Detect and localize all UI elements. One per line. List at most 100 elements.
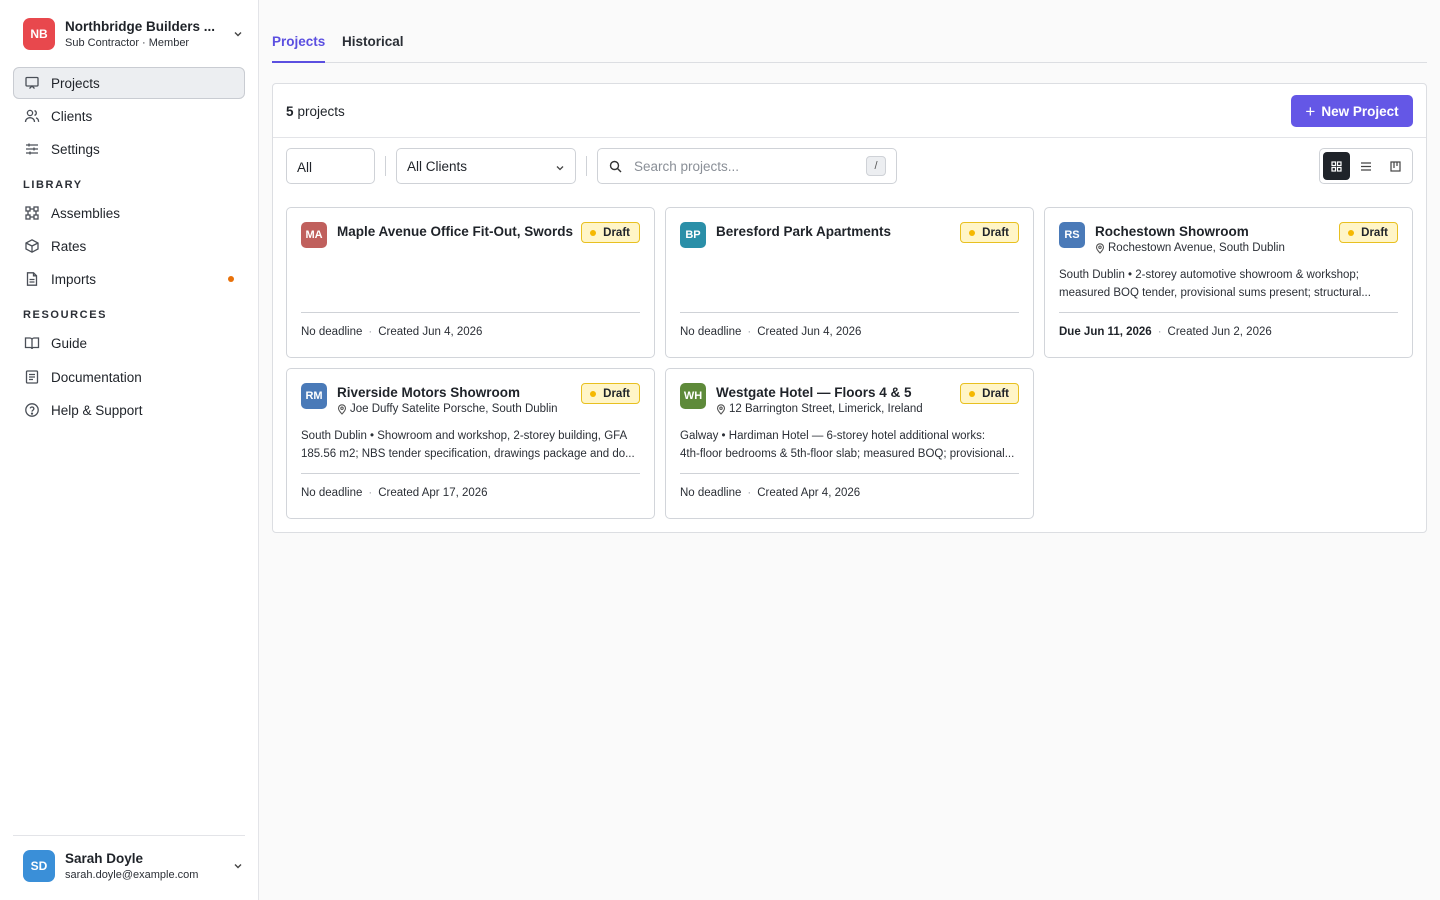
sidebar-item-label: Projects bbox=[51, 75, 100, 91]
status-label: Draft bbox=[982, 226, 1009, 239]
project-card[interactable]: MA Maple Avenue Office Fit-Out, Swords Dra… bbox=[286, 207, 655, 358]
status-filter[interactable]: All bbox=[286, 148, 375, 184]
sidebar-item-rates[interactable]: Rates bbox=[13, 230, 245, 262]
project-card[interactable]: BP Beresford Park Apartments Draft No deadl… bbox=[665, 207, 1034, 358]
project-location-text: 12 Barrington Street, Limerick, Ireland bbox=[729, 403, 923, 415]
status-badge: Draft bbox=[960, 222, 1019, 243]
sidebar-item-settings[interactable]: Settings bbox=[13, 133, 245, 165]
project-location: Rochestown Avenue, South Dublin bbox=[1095, 242, 1285, 254]
client-filter[interactable]: All Clients bbox=[396, 148, 576, 184]
resources-section-label: RESOURCES bbox=[23, 309, 108, 321]
status-dot bbox=[969, 390, 976, 397]
status-dot bbox=[590, 390, 597, 397]
divider bbox=[586, 156, 587, 176]
org-name: Northbridge Builders ... bbox=[65, 19, 216, 34]
sidebar: NB Northbridge Builders ... Sub Contract… bbox=[0, 0, 259, 900]
org-avatar: NB bbox=[23, 18, 55, 50]
user-menu[interactable]: SD Sarah Doyle sarah.doyle@example.com bbox=[13, 835, 245, 895]
project-title[interactable]: Riverside Motors Showroom bbox=[337, 385, 520, 400]
file-icon bbox=[24, 271, 40, 287]
project-deadline: No deadline bbox=[680, 487, 742, 499]
project-count-label: projects bbox=[297, 104, 345, 119]
sidebar-item-label: Assemblies bbox=[51, 205, 121, 221]
divider bbox=[385, 156, 386, 176]
sidebar-item-clients[interactable]: Clients bbox=[13, 100, 245, 132]
new-project-button[interactable]: + New Project bbox=[1291, 95, 1413, 127]
list-view-button[interactable] bbox=[1352, 152, 1379, 180]
main-content: Projects Historical 5 projects + New Proj… bbox=[259, 0, 1440, 900]
tab-projects[interactable]: Projects bbox=[272, 34, 326, 63]
search-input[interactable]: Search projects... / bbox=[597, 148, 897, 184]
chevron-down-icon[interactable] bbox=[231, 859, 245, 873]
map-pin-icon bbox=[1095, 242, 1105, 254]
project-description: South Dublin • Showroom and workshop, 2-… bbox=[301, 427, 641, 463]
status-badge: Draft bbox=[581, 383, 640, 404]
grid-view-button[interactable] bbox=[1323, 152, 1351, 180]
project-location: Joe Duffy Satelite Porsche, South Dublin bbox=[337, 403, 558, 415]
sidebar-item-label: Guide bbox=[51, 335, 88, 351]
list-icon bbox=[1360, 161, 1371, 171]
project-description: South Dublin • 2-storey automotive showr… bbox=[1059, 266, 1399, 302]
tab-historical[interactable]: Historical bbox=[342, 34, 404, 63]
project-count: 5 projects bbox=[286, 104, 345, 119]
new-project-label: New Project bbox=[1321, 103, 1399, 119]
project-meta: Due Jun 11, 2026 · Created Jun 2, 2026 bbox=[1059, 326, 1272, 338]
sidebar-item-label: Rates bbox=[51, 238, 87, 254]
project-deadline: No deadline bbox=[301, 326, 363, 338]
chevron-down-icon[interactable] bbox=[231, 27, 245, 41]
project-card[interactable]: RM Riverside Motors Showroom Draft Joe Duff… bbox=[286, 368, 655, 519]
plus-icon: + bbox=[1305, 101, 1316, 121]
sidebar-item-guide[interactable]: Guide bbox=[13, 327, 245, 359]
notification-dot bbox=[228, 276, 234, 282]
search-placeholder: Search projects... bbox=[634, 158, 740, 174]
project-deadline: Due Jun 11, 2026 bbox=[1059, 326, 1152, 338]
sidebar-item-imports[interactable]: Imports bbox=[13, 263, 245, 295]
project-description-line: 185.56 m2; NBS tender specification, dra… bbox=[301, 448, 635, 460]
sidebar-item-assemblies[interactable]: Assemblies bbox=[13, 197, 245, 229]
project-meta: No deadline · Created Jun 4, 2026 bbox=[301, 326, 482, 338]
project-deadline: No deadline bbox=[680, 326, 742, 338]
project-title[interactable]: Westgate Hotel — Floors 4 & 5 bbox=[716, 385, 912, 400]
project-avatar: RS bbox=[1059, 222, 1085, 248]
project-avatar: MA bbox=[301, 222, 327, 248]
sidebar-item-documentation[interactable]: Documentation bbox=[13, 361, 245, 393]
status-dot bbox=[1348, 229, 1355, 236]
meta-separator: · bbox=[747, 326, 752, 338]
projects-panel: 5projects + New Project All All Clients bbox=[272, 83, 1427, 533]
user-name: Sarah Doyle bbox=[65, 850, 144, 866]
sidebar-item-label: Help & Support bbox=[51, 402, 143, 418]
board-view-button[interactable] bbox=[1382, 152, 1409, 180]
card-divider bbox=[680, 473, 1019, 474]
project-title[interactable]: Maple Avenue Office Fit-Out, Swords bbox=[337, 224, 573, 239]
project-description-line: Galway • Hardiman Hotel — 6-storey hotel… bbox=[680, 430, 986, 442]
status-label: Draft bbox=[603, 387, 630, 400]
project-title[interactable]: Beresford Park Apartments bbox=[716, 224, 891, 239]
project-location-text: Rochestown Avenue, South Dublin bbox=[1108, 242, 1285, 254]
project-title[interactable]: Rochestown Showroom bbox=[1095, 224, 1249, 239]
project-created: Created Jun 4, 2026 bbox=[378, 326, 483, 338]
sliders-icon bbox=[24, 141, 40, 157]
meta-separator: · bbox=[368, 487, 373, 499]
component-icon bbox=[24, 205, 40, 221]
panel-header: 5 projects + New Project bbox=[273, 84, 1426, 138]
card-divider bbox=[301, 473, 640, 474]
users-icon bbox=[24, 108, 40, 124]
view-toggle bbox=[1319, 148, 1413, 184]
project-created: Created Apr 17, 2026 bbox=[378, 487, 488, 499]
project-avatar: WH bbox=[680, 383, 706, 409]
status-dot bbox=[969, 229, 976, 236]
map-pin-icon bbox=[337, 403, 347, 415]
box-icon bbox=[24, 238, 40, 254]
sidebar-item-projects[interactable]: Projects bbox=[13, 67, 245, 99]
status-dot bbox=[590, 229, 597, 236]
org-switcher[interactable]: NB Northbridge Builders ... Sub Contract… bbox=[13, 9, 245, 59]
search-icon bbox=[609, 160, 622, 176]
status-badge: Draft bbox=[1339, 222, 1398, 243]
document-icon bbox=[24, 369, 40, 385]
help-circle-icon bbox=[24, 402, 40, 418]
sidebar-item-help-support[interactable]: Help & Support bbox=[13, 394, 245, 426]
project-card[interactable]: WH Westgate Hotel — Floors 4 & 5 Draft 12 B… bbox=[665, 368, 1034, 519]
project-card[interactable]: RS Rochestown Showroom Draft Rochestown Ave… bbox=[1044, 207, 1413, 358]
sidebar-item-label: Imports bbox=[51, 271, 97, 287]
presentation-icon bbox=[24, 75, 40, 91]
